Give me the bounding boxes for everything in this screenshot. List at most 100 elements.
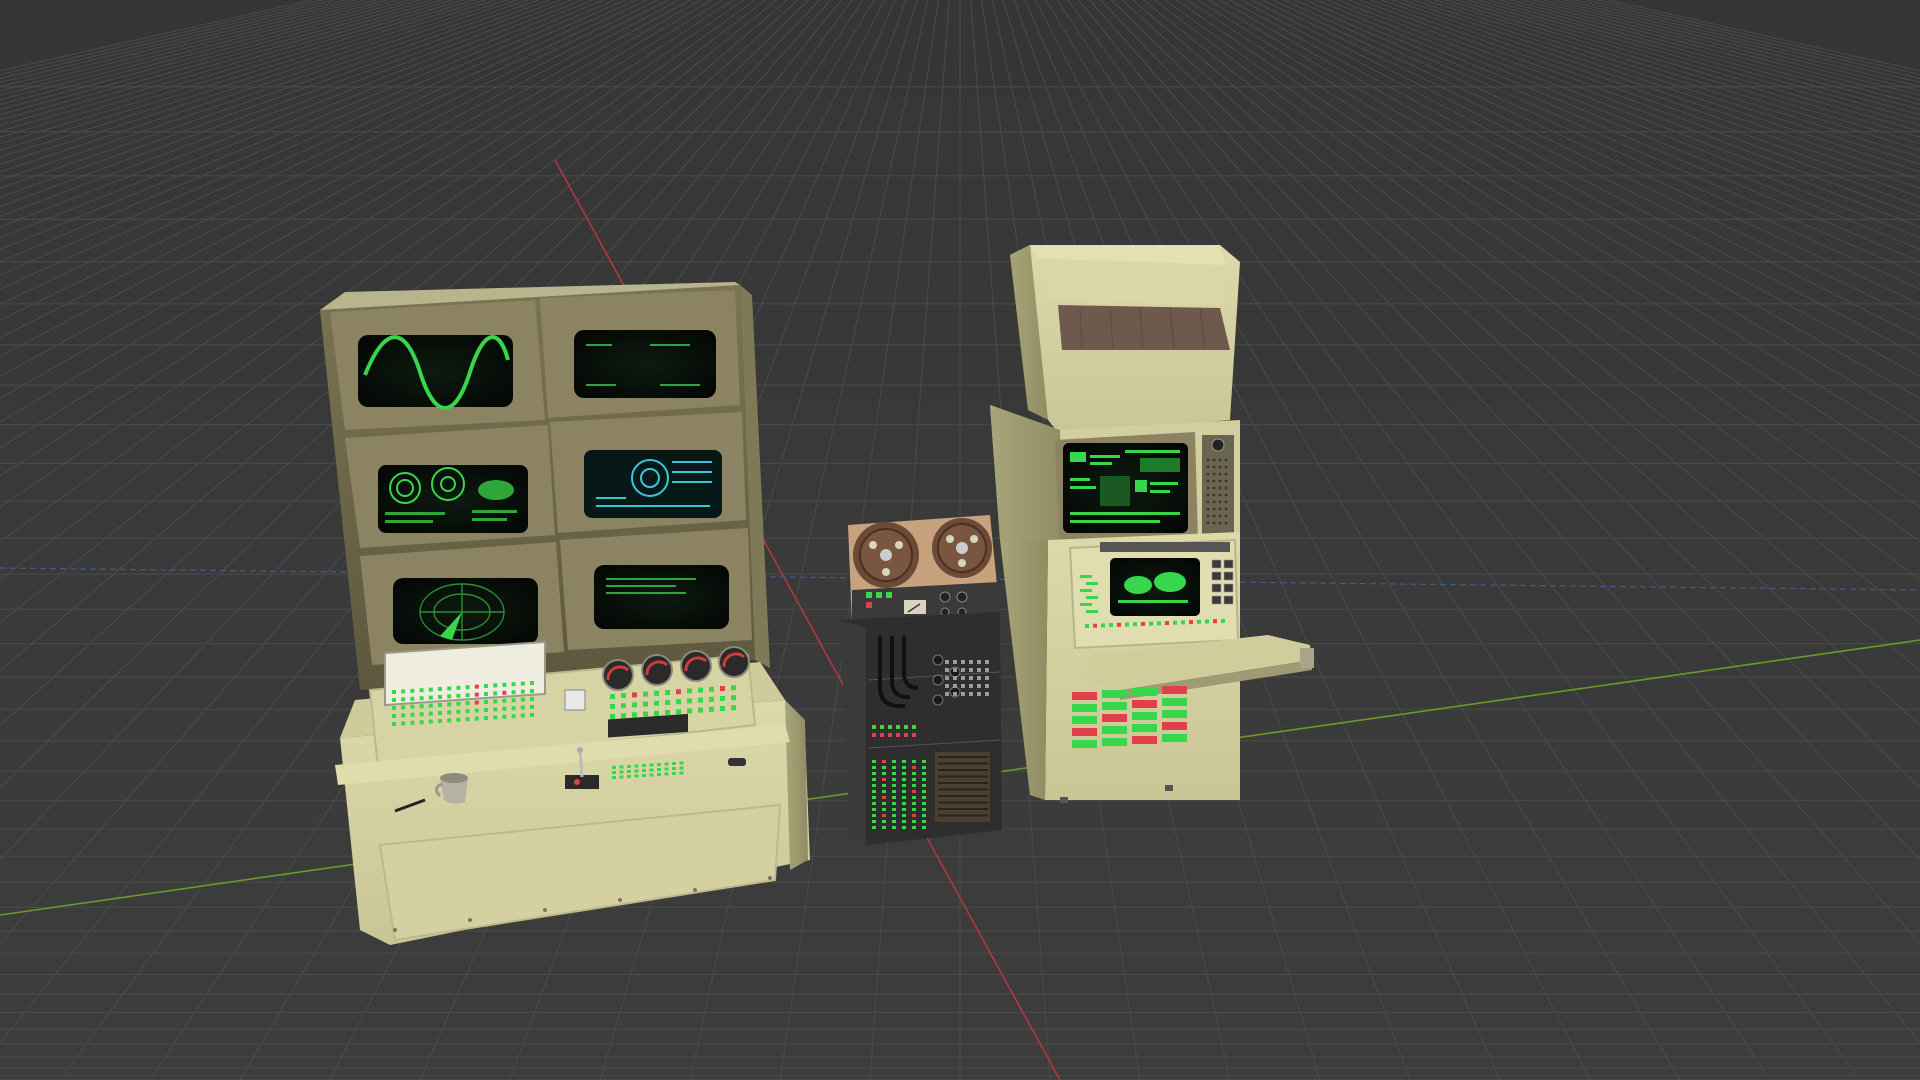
cabinet-led [1221,618,1225,623]
rack-led [892,796,896,799]
grid-button[interactable] [1072,728,1097,736]
keypad-key [657,768,661,771]
grid-button[interactable] [1102,702,1127,710]
rack-led [882,802,886,805]
switch-led [401,689,406,694]
control-console[interactable] [320,282,810,945]
grid-button[interactable] [1072,692,1097,700]
rack-led [922,796,926,799]
rack-indicator [969,692,973,696]
cabinet-led [1117,622,1121,627]
grid-button[interactable] [1072,704,1097,712]
cabinet-button[interactable] [1223,583,1234,593]
switch-led [502,690,507,695]
grille-dot [1206,486,1210,490]
grid-button[interactable] [1132,688,1157,696]
panel-led [720,686,725,691]
rack-led [902,760,906,763]
grid-button[interactable] [1102,690,1127,698]
switch-bank[interactable] [384,640,546,707]
rack-indicator [961,668,965,672]
cabinet-button[interactable] [1223,559,1234,569]
grille-dot [1212,465,1216,469]
grid-button[interactable] [1132,724,1157,732]
viewport-canvas[interactable] [0,0,1920,1080]
switch-led [493,699,498,704]
rack-led [882,778,886,781]
rack-led [902,826,906,829]
tape-reel-rack[interactable] [840,515,1002,845]
rack-led [902,814,906,817]
grid-button[interactable] [1132,700,1157,708]
switch-led [493,715,498,720]
rack-led [892,778,896,781]
rack-indicator [888,725,892,729]
cabinet-button[interactable] [1223,595,1234,605]
switch-led [392,714,396,718]
rack-indicator [872,733,876,737]
keypad-key [619,765,624,769]
switch-led [419,720,424,725]
3d-viewport[interactable] [0,0,1920,1080]
grille-dot [1224,507,1228,511]
tape-reel-right[interactable] [932,518,992,578]
grille-dot [1206,500,1210,504]
panel-led [665,690,670,695]
grid-button[interactable] [1102,714,1127,722]
keypad-key [634,774,639,778]
rack-led [922,820,926,823]
grille-dot [1224,500,1228,504]
card-slot[interactable] [728,758,746,766]
rack-indicator [961,660,965,664]
cabinet-button[interactable] [1211,559,1222,569]
grid-button[interactable] [1162,686,1187,694]
rack-indicator [953,676,957,680]
rack-led [902,796,906,799]
switch-led [520,689,525,694]
grille-dot [1224,514,1228,518]
cabinet-led [1157,621,1161,626]
grille-dot [1212,493,1216,497]
switch-led [474,684,479,689]
grid-button[interactable] [1132,712,1157,720]
grid-button[interactable] [1162,734,1187,742]
keypad-key [672,767,676,770]
rack-led [882,784,886,787]
tape-reel-left[interactable] [853,522,919,588]
switch-led [428,711,433,716]
panel-toggle[interactable] [564,689,586,711]
cabinet-indicator [1086,596,1098,599]
rack-led [912,826,916,829]
cabinet-button[interactable] [1211,595,1222,605]
rack-led [892,772,896,775]
switch-led [410,704,415,709]
grid-button[interactable] [1162,722,1187,730]
grille-dot [1218,486,1222,490]
cabinet-button[interactable] [1211,571,1222,581]
grid-button[interactable] [1102,738,1127,746]
switch-led [419,704,424,709]
switch-led [438,719,442,723]
switch-led [474,708,479,713]
rack-indicator [896,733,900,737]
rack-led [872,778,876,781]
cabinet-button[interactable] [1223,571,1234,581]
switch-led [484,708,488,712]
switch-led [428,719,433,724]
grid-button[interactable] [1102,726,1127,734]
grid-button[interactable] [1072,716,1097,724]
grid-button[interactable] [1132,736,1157,744]
grid-button[interactable] [1072,740,1097,748]
rack-indicator [961,692,965,696]
rack-indicator [945,660,949,664]
switch-led [447,702,452,707]
grid-button[interactable] [1162,698,1187,706]
keypad-key [649,763,654,767]
speaker-knob[interactable] [1211,438,1225,452]
cabinet-led [1213,619,1217,624]
keypad-key [612,766,616,769]
switch-led [511,714,516,719]
cabinet-button[interactable] [1211,583,1222,593]
switch-led [465,709,470,714]
grid-button[interactable] [1162,710,1187,718]
